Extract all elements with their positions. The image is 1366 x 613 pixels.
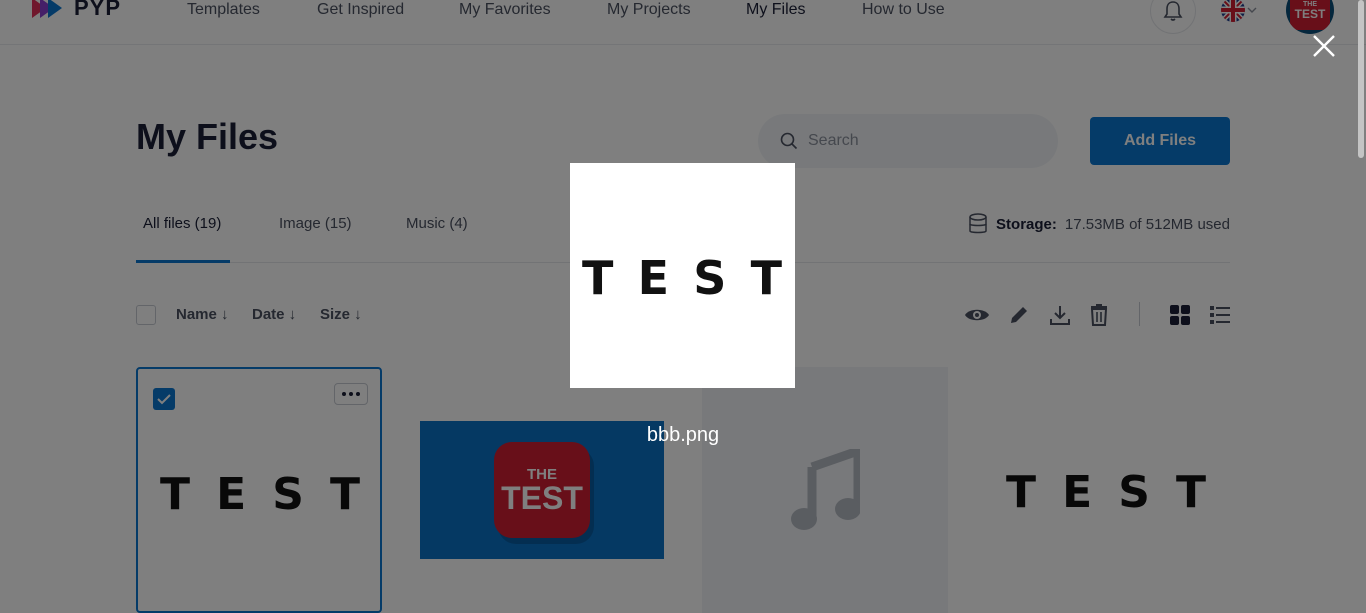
letter: T <box>582 251 614 305</box>
letter: E <box>637 251 670 305</box>
letter: S <box>693 251 727 305</box>
letter: T <box>750 251 782 305</box>
page-scrollbar[interactable] <box>1356 0 1366 160</box>
preview-filename: bbb.png <box>646 424 720 446</box>
close-icon[interactable] <box>1310 32 1338 60</box>
preview-image-text: TEST <box>582 251 782 305</box>
scrollbar-thumb[interactable] <box>1358 0 1364 158</box>
image-preview: TEST <box>570 163 795 388</box>
